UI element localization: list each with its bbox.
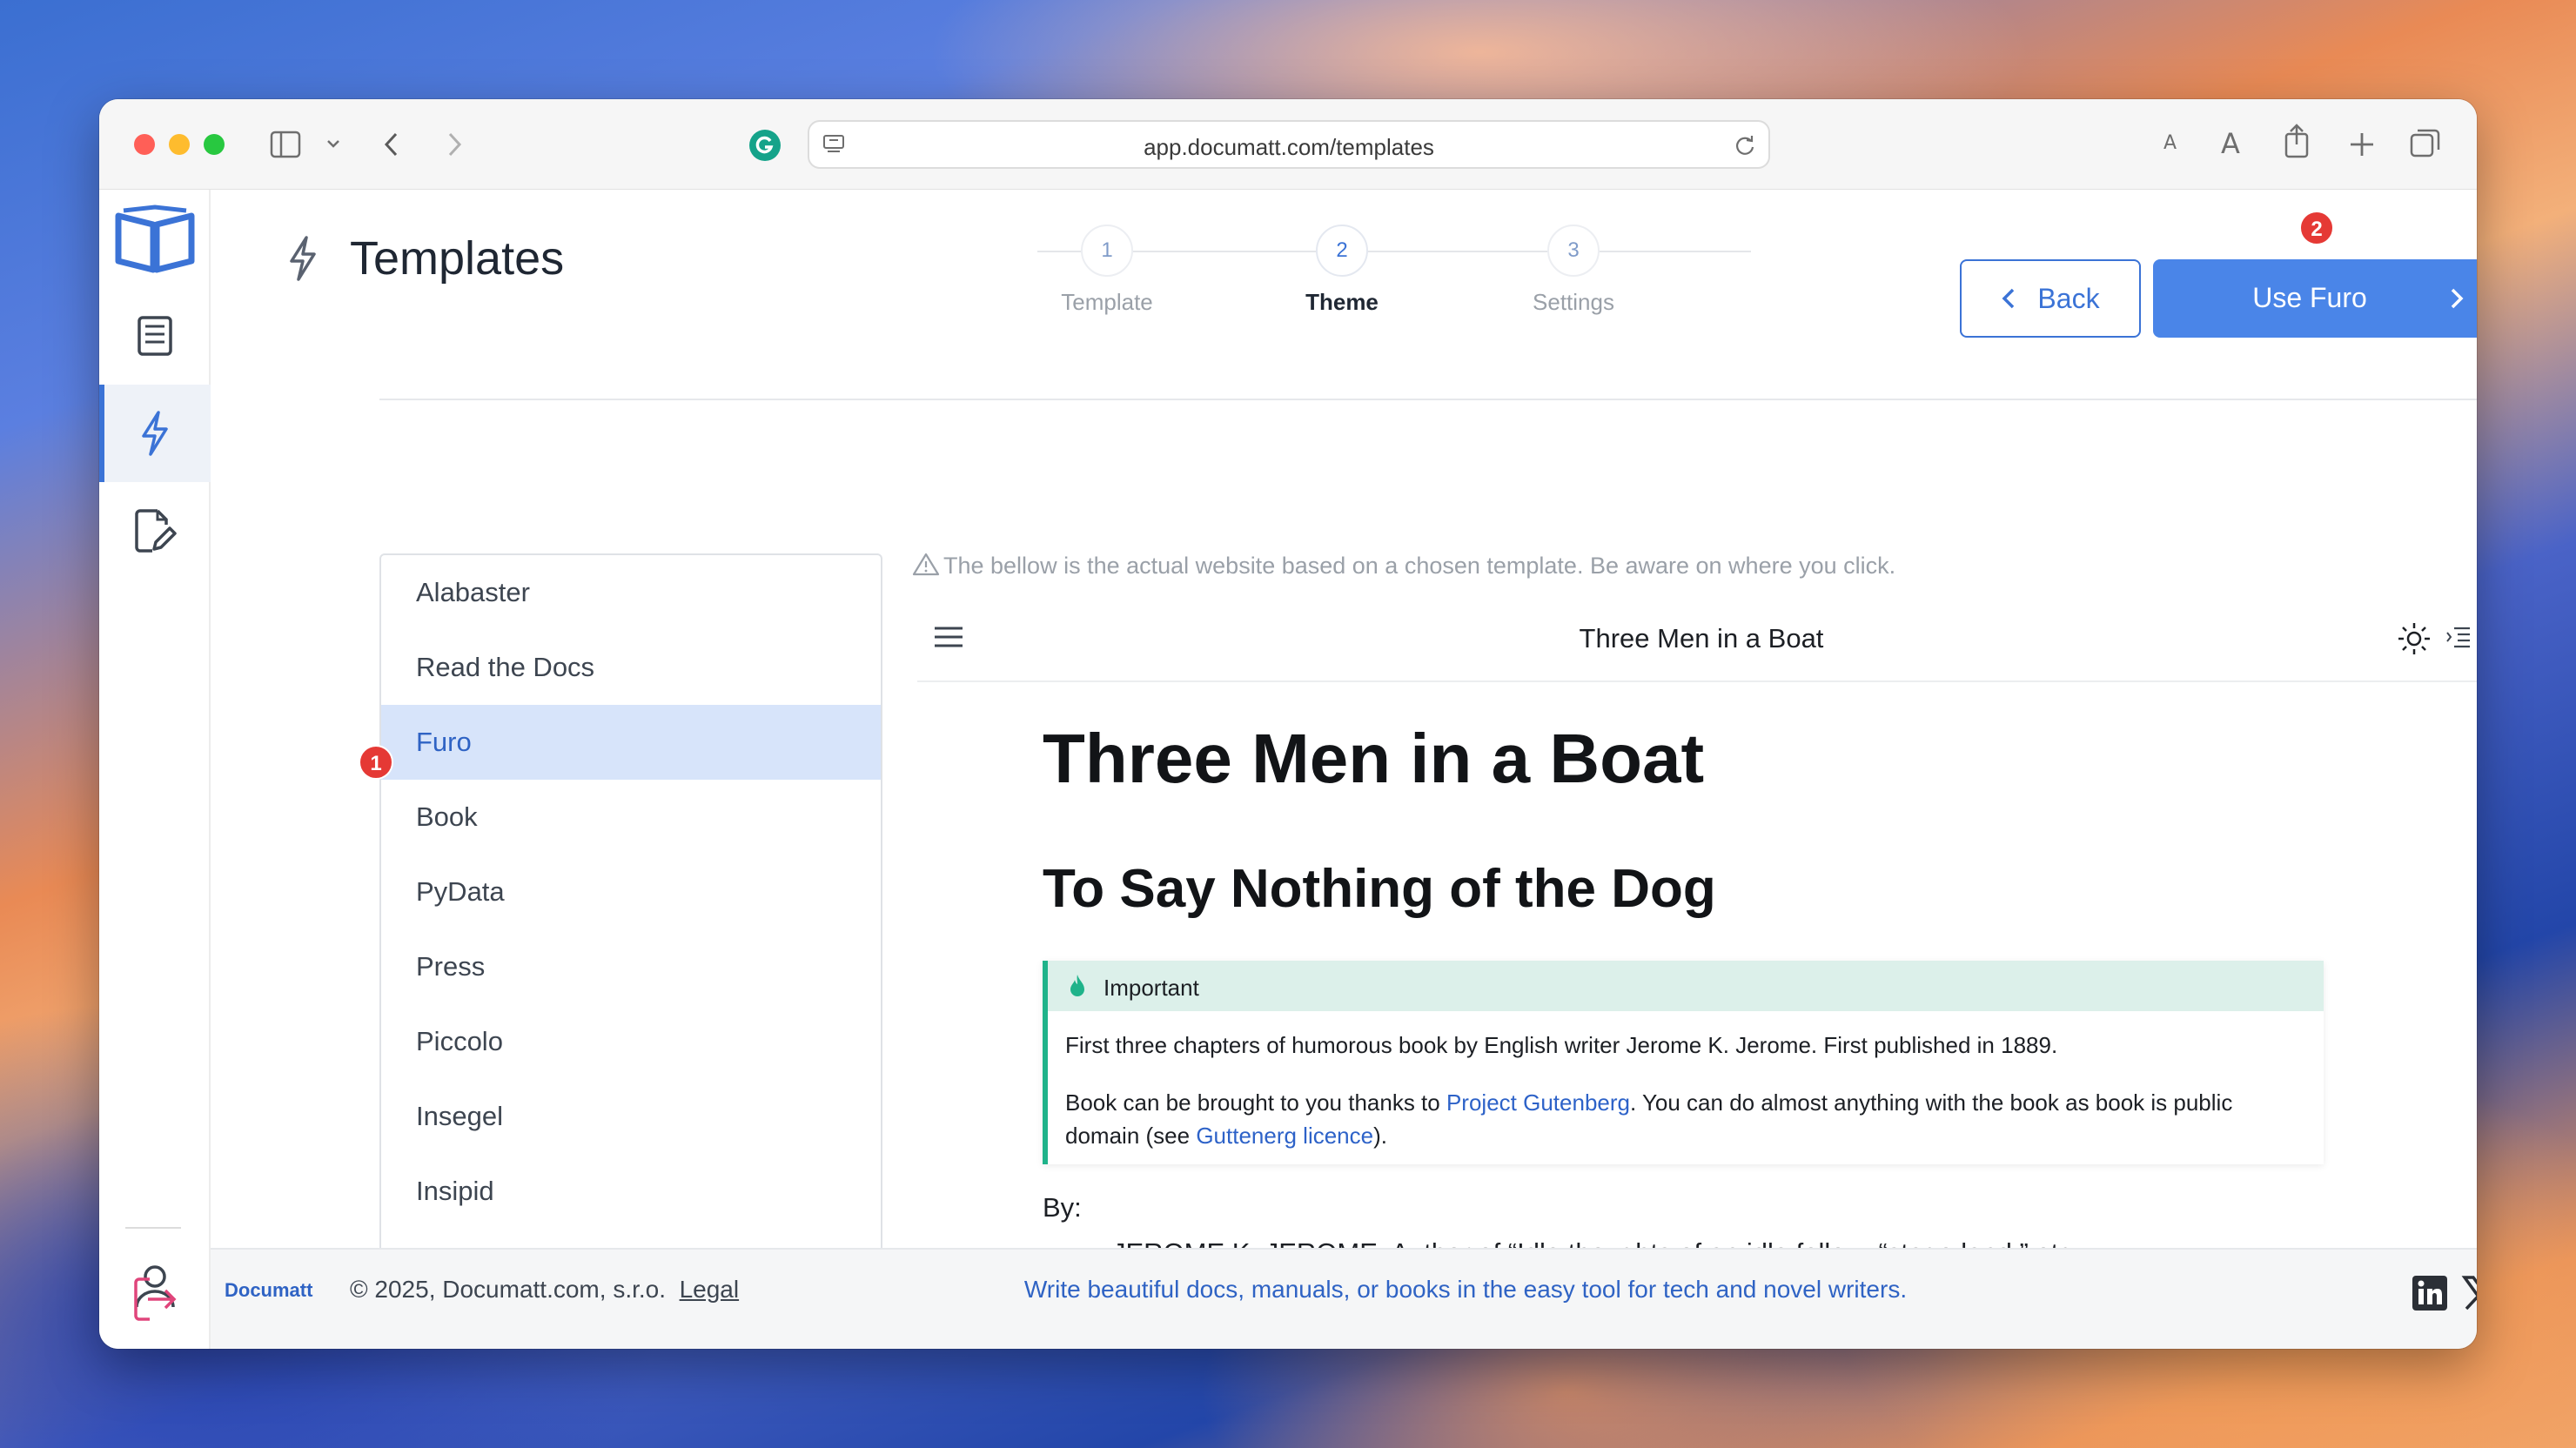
sidebar-divider [125,1227,181,1229]
list-item-selected[interactable]: Furo [381,705,881,780]
preview-heading-1: Three Men in a Boat [1043,720,1705,797]
step-number: 1 [1081,225,1133,277]
step-template[interactable]: 1 Template [1037,225,1177,316]
minimize-window-button[interactable] [169,134,190,155]
browser-window: app.documatt.com/templates A A Templates… [99,99,2477,1349]
url-text: app.documatt.com/templates [1144,134,1434,160]
warning-icon [912,553,940,576]
x-icon[interactable] [2461,1274,2477,1312]
template-list: Alabaster Read the Docs Furo Book PyData… [379,553,882,1302]
list-item[interactable]: Insegel [381,1079,881,1154]
preview-warning-text: The bellow is the actual website based o… [943,553,1896,579]
gutenberg-licence-link[interactable]: Guttenerg licence [1196,1123,1373,1149]
list-item[interactable]: Book [381,780,881,855]
admonition-title: Important [1104,975,1199,1001]
address-bar[interactable]: app.documatt.com/templates [808,120,1770,169]
tab-overview-icon[interactable] [2409,127,2442,160]
bolt-icon [142,411,168,456]
step-label: Settings [1533,289,1614,315]
list-item[interactable]: Piccolo [381,1004,881,1079]
sidebar-item-documents[interactable] [99,287,211,385]
zoom-window-button[interactable] [204,134,225,155]
main-content: Templates 1 Template 2 Theme 3 Settings … [211,190,2477,1302]
list-item[interactable]: PyData [381,855,881,929]
step-label: Template [1061,289,1153,315]
list-item[interactable]: Press [381,929,881,1004]
step-number: 3 [1547,225,1600,277]
grammarly-icon[interactable] [748,129,782,162]
app-footer: Documatt © 2025, Documatt.com, s.r.o. Le… [211,1248,2477,1349]
preview-warning: The bellow is the actual website based o… [912,552,1895,580]
header-divider [379,399,2477,400]
step-theme[interactable]: 2 Theme [1272,225,1412,316]
important-admonition: Important First three chapters of humoro… [1043,961,2324,1164]
chevron-right-icon [2451,288,2464,309]
sidebar-item-templates[interactable] [99,385,211,482]
admonition-text-part: Book can be brought to you thanks to [1065,1089,1446,1116]
flame-icon [1070,975,1084,996]
close-window-button[interactable] [134,134,155,155]
step-settings[interactable]: 3 Settings [1504,225,1643,316]
admonition-text: First three chapters of humorous book by… [1065,1032,2058,1058]
list-item[interactable]: Read the Docs [381,630,881,705]
by-label: By: [1043,1192,1082,1223]
step-number: 2 [1316,225,1368,277]
text-smaller-button[interactable]: A [2163,132,2177,154]
app-sidebar [99,190,211,1349]
wizard-stepper: 1 Template 2 Theme 3 Settings [1037,225,1751,320]
reload-icon[interactable] [1732,132,1758,158]
theme-preview-frame[interactable]: Three Men in a Boat Three Men in a Boat … [917,590,2477,1265]
share-icon[interactable] [2282,122,2311,160]
new-tab-icon[interactable] [2348,131,2376,158]
admonition-text-part: ). [1373,1123,1387,1149]
toc-icon[interactable] [2445,625,2472,649]
list-item[interactable]: Insipid [381,1154,881,1229]
sidebar-item-editor[interactable] [99,482,211,580]
linkedin-icon[interactable] [2411,1274,2449,1312]
preview-heading-2: To Say Nothing of the Dog [1043,859,1716,919]
list-item[interactable]: Alabaster [381,555,881,630]
book-open-icon [115,204,195,273]
chevron-down-icon[interactable] [325,137,341,150]
sidebar-toggle-icon[interactable] [270,131,301,158]
text-larger-button[interactable]: A [2221,127,2240,160]
sidebar-logo[interactable] [99,190,211,287]
step-badge: 2 [2299,211,2334,245]
back-nav-icon[interactable] [381,131,402,158]
use-theme-button[interactable]: Use Furo [2153,259,2477,338]
admonition-text: Book can be brought to you thanks to Pro… [1065,1086,2301,1152]
templates-bolt-icon [290,236,316,281]
back-button-label: Back [2037,282,2100,314]
selection-badge: 1 [359,745,393,780]
sun-icon[interactable] [2397,621,2432,656]
back-button[interactable]: Back [1960,259,2141,338]
use-theme-button-label: Use Furo [2252,282,2367,313]
preview-site-title[interactable]: Three Men in a Boat [917,623,2477,654]
chevron-left-icon [2002,288,2015,309]
footer-tagline[interactable]: Write beautiful docs, manuals, or books … [211,1276,2477,1304]
step-label: Theme [1305,289,1379,315]
browser-toolbar: app.documatt.com/templates A A [99,99,2477,190]
logout-icon[interactable] [132,1276,179,1323]
project-gutenberg-link[interactable]: Project Gutenberg [1446,1089,1630,1116]
preview-header: Three Men in a Boat [917,590,2477,682]
forward-nav-icon[interactable] [444,131,465,158]
document-icon [138,316,172,356]
page-title: Templates [350,232,565,285]
edit-document-icon [135,509,177,553]
admonition-header: Important [1048,961,2324,1011]
